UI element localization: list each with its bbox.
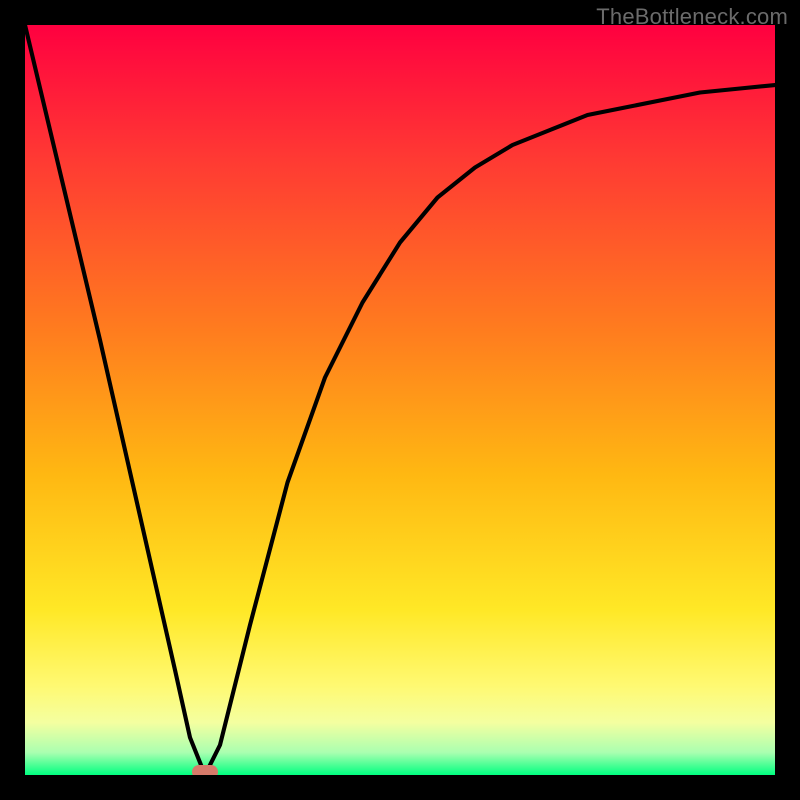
watermark-text: TheBottleneck.com [596, 4, 788, 30]
plot-area [25, 25, 775, 775]
outer-frame: TheBottleneck.com [0, 0, 800, 800]
optimal-point-marker [192, 765, 218, 775]
bottleneck-curve [25, 25, 775, 775]
